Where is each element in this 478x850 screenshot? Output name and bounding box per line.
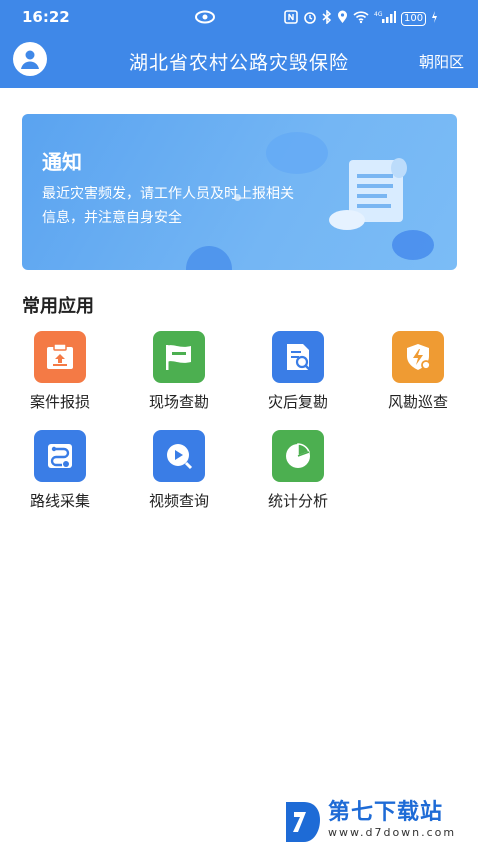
decor-blob xyxy=(186,246,232,270)
nfc-icon xyxy=(284,9,298,28)
app-label: 案件报损 xyxy=(29,393,90,411)
battery-icon: 100 xyxy=(401,11,427,26)
app-post-disaster-resurvey[interactable]: 灾后复勘 xyxy=(250,331,346,412)
route-icon xyxy=(34,430,86,482)
video-search-icon xyxy=(153,430,205,482)
section-title: 常用应用 xyxy=(22,296,94,317)
pie-chart-icon xyxy=(272,430,324,482)
charging-icon xyxy=(431,9,438,28)
wifi-icon xyxy=(353,9,369,28)
watermark-url: www.d7down.com xyxy=(328,826,457,839)
app-header: 16:22 4G 100 湖北省农村公路灾毁保险 朝阳区 xyxy=(0,0,478,88)
decor-blob xyxy=(266,132,328,174)
app-label: 视频查询 xyxy=(148,492,209,510)
app-site-survey[interactable]: 现场查勘 xyxy=(131,331,227,412)
case-report-icon xyxy=(34,331,86,383)
watermark-logo-icon xyxy=(282,800,322,848)
document-search-icon xyxy=(272,331,324,383)
svg-text:4G: 4G xyxy=(374,11,383,18)
status-icons: 4G 100 xyxy=(284,9,438,28)
app-statistics[interactable]: 统计分析 xyxy=(250,430,346,511)
app-case-report[interactable]: 案件报损 xyxy=(12,331,108,412)
title-bar: 湖北省农村公路灾毁保险 朝阳区 xyxy=(0,34,478,88)
page-title: 湖北省农村公路灾毁保险 xyxy=(128,52,349,74)
alarm-icon xyxy=(303,9,317,28)
status-time: 16:22 xyxy=(22,8,70,26)
app-label: 风勘巡查 xyxy=(387,393,448,411)
app-label: 路线采集 xyxy=(29,492,90,510)
app-wind-patrol[interactable]: 风勘巡查 xyxy=(370,331,466,412)
app-video-query[interactable]: 视频查询 xyxy=(131,430,227,511)
notice-title: 通知 xyxy=(42,150,82,174)
eye-icon xyxy=(194,9,216,28)
watermark-title: 第七下载站 xyxy=(328,800,444,825)
notice-text: 最近灾害频发，请工作人员及时上报相关信息，并注意自身安全 xyxy=(42,186,294,226)
district-selector[interactable]: 朝阳区 xyxy=(419,51,464,72)
status-bar: 16:22 4G 100 xyxy=(0,0,478,34)
shield-lightning-icon xyxy=(392,331,444,383)
app-label: 灾后复勘 xyxy=(267,393,328,411)
signal-icon: 4G xyxy=(374,9,396,28)
app-label: 统计分析 xyxy=(267,492,328,510)
app-route-collection[interactable]: 路线采集 xyxy=(12,430,108,511)
battery-level: 100 xyxy=(404,12,424,24)
bluetooth-icon xyxy=(322,9,332,28)
flag-icon xyxy=(153,331,205,383)
watermark: 第七下载站 www.d7down.com xyxy=(282,800,456,848)
location-icon xyxy=(337,9,348,28)
scroll-document-icon xyxy=(327,154,417,238)
app-label: 现场查勘 xyxy=(148,393,209,411)
notice-banner[interactable]: 通知 最近灾害频发，请工作人员及时上报相关信息，并注意自身安全 xyxy=(22,114,457,270)
